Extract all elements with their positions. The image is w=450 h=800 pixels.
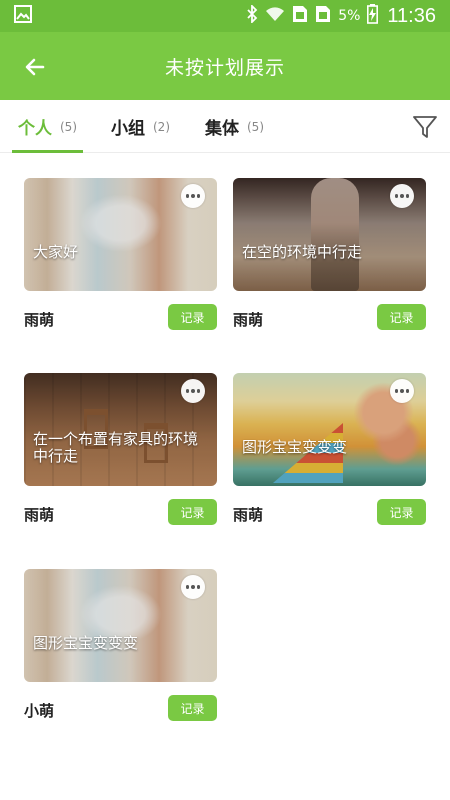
activity-caption: 在一个布置有家具的环境中行走 — [33, 430, 199, 465]
activity-card[interactable]: 图形宝宝变变变 小萌 记录 — [24, 569, 217, 744]
activity-thumbnail[interactable]: 在一个布置有家具的环境中行走 — [24, 373, 217, 486]
wifi-icon — [265, 6, 285, 26]
tab-label: 小组 — [111, 119, 145, 139]
tab-label: 集体 — [205, 119, 239, 139]
bluetooth-icon — [246, 3, 258, 27]
more-button[interactable] — [181, 379, 205, 403]
active-tab-indicator — [12, 150, 83, 153]
tab-collective[interactable]: 集体 (5) — [205, 100, 264, 153]
activity-card[interactable]: 在空的环境中行走 雨萌 记录 — [233, 178, 426, 353]
record-button[interactable]: 记录 — [168, 499, 217, 525]
funnel-icon — [413, 116, 437, 138]
tab-group[interactable]: 小组 (2) — [111, 100, 170, 153]
child-name: 雨萌 — [233, 311, 264, 329]
tab-individual[interactable]: 个人 (5) — [12, 100, 83, 153]
clock: 11:36 — [387, 4, 436, 27]
more-button[interactable] — [181, 575, 205, 599]
more-horizontal-icon — [394, 389, 399, 393]
filter-button[interactable] — [412, 114, 438, 140]
more-button[interactable] — [181, 184, 205, 208]
arrow-left-icon — [25, 58, 45, 76]
more-horizontal-icon — [185, 194, 190, 198]
activity-thumbnail[interactable]: 在空的环境中行走 — [233, 178, 426, 291]
child-name: 雨萌 — [24, 311, 55, 329]
back-button[interactable] — [18, 50, 52, 84]
record-button[interactable]: 记录 — [377, 304, 426, 330]
image-icon — [14, 5, 32, 27]
activity-caption: 图形宝宝变变变 — [33, 634, 139, 652]
sim-icon — [292, 5, 308, 27]
activity-card[interactable]: 图形宝宝变变变 雨萌 记录 — [233, 373, 426, 548]
activity-thumbnail[interactable]: 图形宝宝变变变 — [24, 569, 217, 682]
child-name: 雨萌 — [233, 506, 264, 524]
more-button[interactable] — [390, 184, 414, 208]
record-button[interactable]: 记录 — [168, 304, 217, 330]
page-title: 未按计划展示 — [164, 56, 285, 79]
activity-caption: 大家好 — [33, 243, 79, 261]
child-name: 雨萌 — [24, 506, 55, 524]
more-horizontal-icon — [185, 585, 190, 589]
activity-thumbnail[interactable]: 图形宝宝变变变 — [233, 373, 426, 486]
tab-bar: 个人 (5) 小组 (2) 集体 (5) — [0, 100, 450, 153]
tab-count: (5) — [247, 119, 264, 134]
more-horizontal-icon — [394, 194, 399, 198]
activity-thumbnail[interactable]: 大家好 — [24, 178, 217, 291]
tab-count: (5) — [60, 119, 77, 134]
activity-card[interactable]: 大家好 雨萌 记录 — [24, 178, 217, 353]
child-name: 小萌 — [24, 702, 55, 720]
tab-label: 个人 — [18, 119, 52, 139]
app-bar: 未按计划展示 — [0, 32, 450, 100]
more-button[interactable] — [390, 379, 414, 403]
record-button[interactable]: 记录 — [377, 499, 426, 525]
status-bar: 5% 11:36 — [0, 0, 450, 32]
more-horizontal-icon — [185, 389, 190, 393]
activity-caption: 在空的环境中行走 — [242, 243, 363, 261]
battery-charging-icon — [367, 4, 379, 28]
battery-percent: 5% — [338, 8, 361, 24]
activity-card[interactable]: 在一个布置有家具的环境中行走 雨萌 记录 — [24, 373, 217, 548]
sim-icon — [315, 5, 331, 27]
activity-caption: 图形宝宝变变变 — [242, 438, 348, 456]
record-button[interactable]: 记录 — [168, 695, 217, 721]
tab-count: (2) — [153, 119, 170, 134]
